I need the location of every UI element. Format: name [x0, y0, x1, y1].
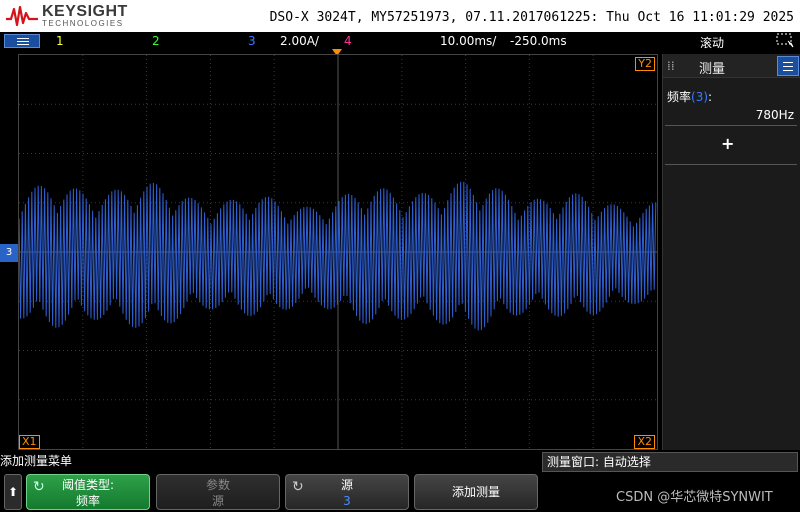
channel-2-label[interactable]: 2 — [152, 34, 160, 48]
rotary-knob-icon: ↻ — [292, 479, 304, 495]
measurement-source: (3) — [691, 90, 709, 104]
back-button[interactable]: ⬆ — [4, 474, 22, 510]
drag-handle-icon[interactable]: ⁞⁞ — [667, 59, 675, 73]
status-bar: 1 2 3 2.00A/ 4 10.00ms/ -250.0ms 滚动 — [0, 32, 800, 50]
channel-3-scale[interactable]: 2.00A/ — [280, 34, 319, 48]
measurement-panel-title: 测量 — [699, 62, 726, 77]
cursor-x1-label[interactable]: X1 — [19, 435, 40, 449]
waveform-display[interactable]: Y2 X1 X2 — [18, 54, 658, 450]
rotary-knob-icon: ↻ — [33, 479, 45, 495]
threshold-type-softkey[interactable]: ↻ 阈值类型: 频率 — [26, 474, 150, 510]
panel-menu-icon[interactable] — [777, 56, 799, 76]
measurement-name: 频率 — [667, 90, 692, 104]
softkey-line2: 3 — [343, 494, 351, 508]
timebase-scale[interactable]: 10.00ms/ — [440, 34, 496, 48]
divider — [665, 125, 797, 126]
cursor-y2-label[interactable]: Y2 — [635, 57, 655, 71]
softkey-line1: 源 — [340, 478, 353, 492]
measurement-colon: : — [708, 90, 713, 104]
timebase-delay[interactable]: -250.0ms — [510, 34, 567, 48]
waveform-canvas — [19, 55, 657, 449]
cursor-x2-label[interactable]: X2 — [634, 435, 655, 449]
main-menu-icon[interactable] — [4, 34, 40, 48]
channel-3-label[interactable]: 3 — [248, 34, 256, 48]
parameter-source-softkey[interactable]: 参数 源 — [156, 474, 280, 510]
measurement-panel-header: ⁞⁞ 测量 — [663, 54, 800, 78]
add-measurement-softkey[interactable]: 添加测量 — [414, 474, 538, 510]
measurement-panel: ⁞⁞ 测量 频率(3): 780Hz + — [662, 54, 800, 450]
softkey-line1: 阈值类型: — [61, 478, 115, 492]
instrument-info: DSO-X 3024T, MY57251973, 07.11.201706122… — [269, 10, 794, 25]
softkey-line1: 添加测量 — [451, 485, 500, 499]
channel-3-ground-marker[interactable]: 3 — [0, 244, 18, 262]
channel-3-trace — [19, 181, 657, 331]
softkey-line1: 参数 — [205, 478, 230, 492]
brand-subtitle: TECHNOLOGIES — [42, 19, 124, 28]
measurement-value: 780Hz — [755, 108, 794, 122]
source-softkey[interactable]: ↻ 源 3 — [285, 474, 409, 510]
acquisition-mode[interactable]: 滚动 — [700, 34, 724, 51]
keysight-logo: KEYSIGHT TECHNOLOGIES — [6, 3, 131, 29]
watermark: CSDN @华芯微特SYNWIT — [616, 490, 773, 505]
zoom-select-icon[interactable] — [776, 33, 796, 49]
keysight-wave-icon — [6, 5, 38, 27]
channel-1-label[interactable]: 1 — [56, 34, 64, 48]
add-measurement-icon[interactable]: + — [721, 134, 734, 153]
softkey-line2: 源 — [211, 494, 224, 508]
measurement-label[interactable]: 频率(3): — [667, 88, 712, 105]
softkey-line2: 频率 — [75, 494, 100, 508]
channel-3-waveform — [19, 181, 657, 331]
measurement-window-setting[interactable]: 测量窗口: 自动选择 — [542, 452, 798, 472]
softkey-menu-title: 添加测量菜单 — [0, 454, 73, 468]
channel-4-label[interactable]: 4 — [344, 34, 352, 48]
title-bar: KEYSIGHT TECHNOLOGIES DSO-X 3024T, MY572… — [0, 0, 800, 32]
divider — [665, 164, 797, 165]
